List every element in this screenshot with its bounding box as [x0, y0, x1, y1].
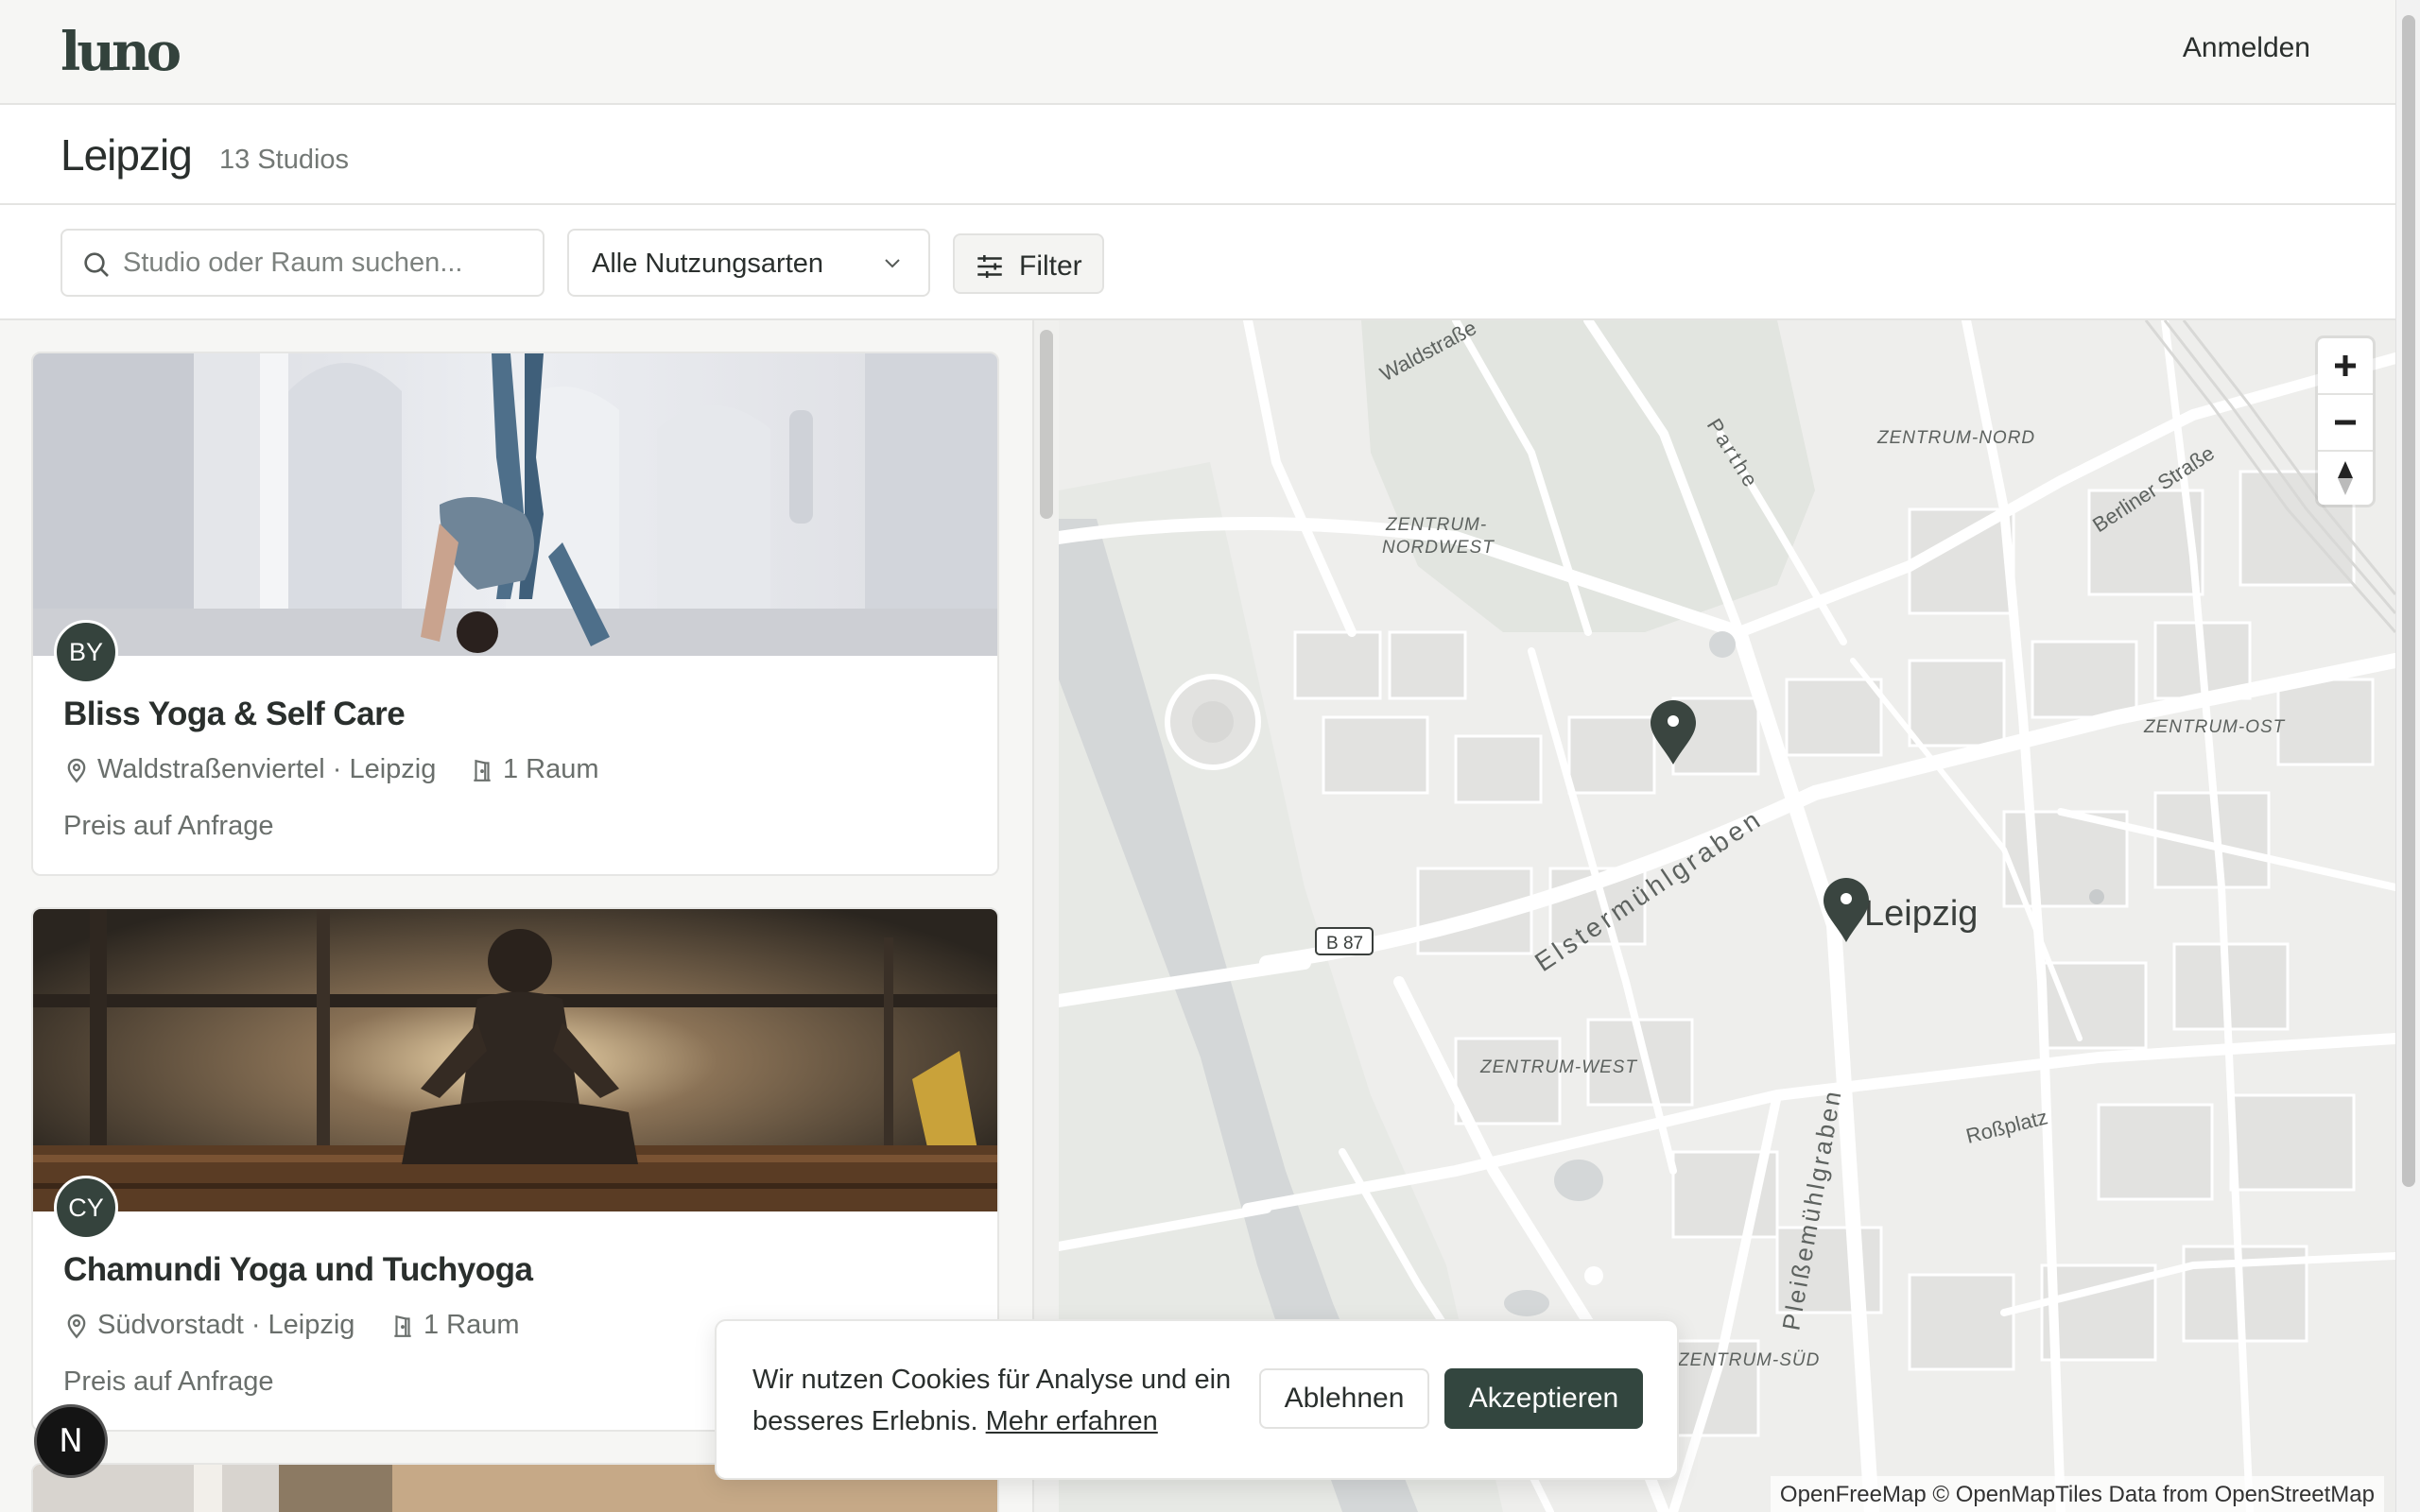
accept-button[interactable]: Akzeptieren [1444, 1368, 1643, 1429]
sliders-icon [977, 254, 1002, 279]
usage-type-value: Alle Nutzungsarten [592, 249, 824, 279]
filter-button[interactable]: Filter [953, 233, 1104, 294]
signin-link[interactable]: Anmelden [2183, 32, 2310, 64]
learn-more-link[interactable]: Mehr erfahren [986, 1406, 1158, 1436]
scrollbar-thumb[interactable] [2402, 15, 2415, 1187]
studio-card[interactable]: BY Bliss Yoga & Self Care Waldstraßenvie… [31, 352, 999, 876]
map-pin-icon [67, 1314, 86, 1339]
room-count: 1 Raum [424, 1310, 520, 1340]
search-field[interactable] [60, 229, 544, 297]
zoom-out-button[interactable] [2318, 395, 2373, 450]
map-label: ZENTRUM-SÜD [1677, 1350, 1820, 1370]
plus-icon [2335, 355, 2356, 376]
luno-logo[interactable]: luno [60, 21, 182, 83]
decline-button[interactable]: Ablehnen [1259, 1368, 1429, 1429]
reset-north-button[interactable] [2318, 452, 2373, 507]
studio-price: Preis auf Anfrage [63, 811, 274, 841]
zoom-in-button[interactable] [2318, 338, 2373, 393]
minus-icon [2335, 420, 2356, 425]
page-scrollbar[interactable] [2395, 0, 2420, 1512]
compass-icon [2338, 461, 2353, 495]
door-icon [394, 1314, 411, 1337]
filter-label: Filter [1019, 250, 1082, 282]
scrollbar-thumb[interactable] [1040, 330, 1053, 519]
studio-count: 13 Studios [219, 145, 350, 175]
studio-photo [33, 353, 997, 656]
studio-location: Waldstraßenviertel · Leipzig [97, 754, 437, 784]
studio-name[interactable]: Chamundi Yoga und Tuchyoga [63, 1251, 533, 1289]
dev-tools-badge[interactable]: N [34, 1404, 108, 1478]
page-title: Leipzig [60, 130, 193, 180]
map-label: ZENTRUM- [1385, 515, 1487, 535]
filter-bar: Alle Nutzungsarten Filter [0, 205, 2395, 320]
studio-name[interactable]: Bliss Yoga & Self Care [63, 696, 406, 733]
studio-photo [33, 909, 997, 1211]
avatar: CY [54, 1176, 118, 1240]
usage-type-select[interactable]: Alle Nutzungsarten [567, 229, 930, 297]
map-label: ZENTRUM-NORD [1876, 428, 2035, 448]
map-label: ZENTRUM-OST [2143, 717, 2286, 737]
top-navigation: luno Anmelden [0, 0, 2395, 105]
map-label: Leipzig [1864, 894, 1978, 934]
room-count: 1 Raum [503, 754, 599, 784]
search-icon [84, 252, 109, 277]
map-pin-icon [67, 758, 86, 783]
map-attribution[interactable]: OpenFreeMap © OpenMapTiles Data from Ope… [1770, 1476, 2384, 1512]
studio-location: Südvorstadt · Leipzig [97, 1310, 355, 1340]
page-header: Leipzig 13 Studios [0, 105, 2395, 205]
map-zoom-controls [2318, 338, 2373, 505]
map-label: NORDWEST [1382, 538, 1495, 558]
search-input[interactable] [123, 244, 529, 282]
map-label: ZENTRUM-WEST [1479, 1057, 1637, 1077]
door-icon [474, 759, 491, 782]
cookie-message: Wir nutzen Cookies für Analyse und ein b… [752, 1359, 1244, 1442]
route-shield-label: B 87 [1326, 934, 1363, 954]
chevron-down-icon [885, 259, 900, 268]
cookie-banner: Wir nutzen Cookies für Analyse und ein b… [715, 1319, 1679, 1480]
studio-price: Preis auf Anfrage [63, 1366, 274, 1397]
avatar: BY [54, 620, 118, 684]
